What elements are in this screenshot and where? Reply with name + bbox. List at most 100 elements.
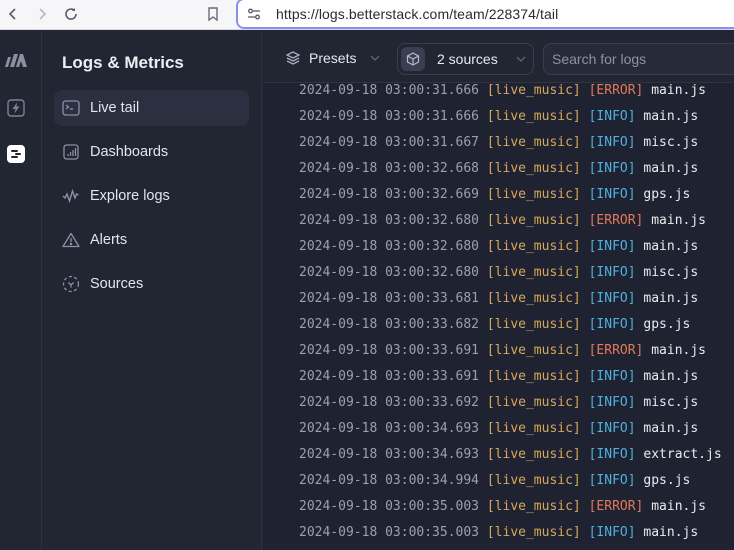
log-source: [live_music] <box>486 265 581 280</box>
log-timestamp: 2024-09-18 03:00:31.666 <box>299 84 480 98</box>
log-source: [live_music] <box>486 395 581 410</box>
log-row[interactable]: 2024-09-18 03:00:32.669 [live_music] [IN… <box>299 182 690 208</box>
log-row[interactable]: 2024-09-18 03:00:32.680 [live_music] [IN… <box>299 260 698 286</box>
log-level: [INFO] <box>588 369 636 384</box>
log-row[interactable]: 2024-09-18 03:00:35.003 [live_music] [ER… <box>299 494 706 520</box>
log-file: misc.js <box>643 395 699 410</box>
sidebar-item-live-tail[interactable]: Live tail <box>54 90 249 126</box>
warning-triangle-icon <box>62 231 80 249</box>
uptime-bolt-icon[interactable] <box>5 97 27 119</box>
log-source: [live_music] <box>486 213 581 228</box>
log-row[interactable]: 2024-09-18 03:00:33.691 [live_music] [ER… <box>299 338 706 364</box>
log-level: [INFO] <box>588 265 636 280</box>
sidebar-item-dashboards[interactable]: Dashboards <box>54 134 249 170</box>
log-file: gps.js <box>643 473 691 488</box>
log-source: [live_music] <box>486 187 581 202</box>
sidebar-item-sources[interactable]: Sources <box>54 266 249 302</box>
log-row[interactable]: 2024-09-18 03:00:32.680 [live_music] [ER… <box>299 208 706 234</box>
terminal-icon <box>62 99 80 117</box>
log-row[interactable]: 2024-09-18 03:00:32.668 [live_music] [IN… <box>299 156 698 182</box>
pulse-icon <box>62 187 80 205</box>
betterstack-logo-icon[interactable] <box>4 49 28 71</box>
log-timestamp: 2024-09-18 03:00:32.680 <box>299 213 480 228</box>
logs-app-icon[interactable] <box>5 143 27 165</box>
browser-toolbar: https://logs.betterstack.com/team/228374… <box>0 0 734 30</box>
presets-dropdown[interactable]: Presets <box>285 43 380 73</box>
log-file: main.js <box>651 343 707 358</box>
log-row[interactable]: 2024-09-18 03:00:32.680 [live_music] [IN… <box>299 234 698 260</box>
log-source: [live_music] <box>486 135 581 150</box>
log-timestamp: 2024-09-18 03:00:33.691 <box>299 369 480 384</box>
log-file: misc.js <box>643 265 699 280</box>
sidebar-item-explore-logs[interactable]: Explore logs <box>54 178 249 214</box>
address-bar[interactable]: https://logs.betterstack.com/team/228374… <box>236 0 734 29</box>
log-file: misc.js <box>643 135 699 150</box>
log-level: [INFO] <box>588 135 636 150</box>
log-level: [INFO] <box>588 161 636 176</box>
log-timestamp: 2024-09-18 03:00:31.666 <box>299 109 480 124</box>
presets-label: Presets <box>309 50 357 66</box>
sources-icon <box>62 275 80 293</box>
reload-icon <box>65 8 77 20</box>
sidebar-title: Logs & Metrics <box>62 53 184 72</box>
back-button[interactable] <box>3 4 23 24</box>
back-arrow-icon <box>8 8 16 20</box>
log-level: [INFO] <box>588 187 636 202</box>
log-row[interactable]: 2024-09-18 03:00:33.681 [live_music] [IN… <box>299 286 698 312</box>
log-timestamp: 2024-09-18 03:00:35.003 <box>299 525 480 540</box>
url-text[interactable]: https://logs.betterstack.com/team/228374… <box>276 6 558 22</box>
search-input[interactable] <box>543 43 734 75</box>
log-file: main.js <box>643 369 699 384</box>
log-source: [live_music] <box>486 239 581 254</box>
log-row[interactable]: 2024-09-18 03:00:31.666 [live_music] [ER… <box>299 84 706 104</box>
sidebar-item-label: Dashboards <box>90 144 169 160</box>
log-file: main.js <box>643 239 699 254</box>
log-row[interactable]: 2024-09-18 03:00:31.666 [live_music] [IN… <box>299 104 698 130</box>
log-file: main.js <box>651 499 707 514</box>
sidebar-item-alerts[interactable]: Alerts <box>54 222 249 258</box>
log-level: [INFO] <box>588 239 636 254</box>
bookmark-icon <box>208 7 218 22</box>
reload-button[interactable] <box>61 4 81 24</box>
log-row[interactable]: 2024-09-18 03:00:33.691 [live_music] [IN… <box>299 364 698 390</box>
log-timestamp: 2024-09-18 03:00:34.693 <box>299 447 480 462</box>
forward-button[interactable] <box>32 4 52 24</box>
sources-dropdown[interactable]: 2 sources <box>397 43 534 75</box>
log-level: [ERROR] <box>588 213 644 228</box>
log-source: [live_music] <box>486 447 581 462</box>
log-level: [ERROR] <box>588 343 644 358</box>
log-source: [live_music] <box>486 525 581 540</box>
log-row[interactable]: 2024-09-18 03:00:35.003 [live_music] [IN… <box>299 520 698 546</box>
log-level: [INFO] <box>588 291 636 306</box>
cube-icon <box>401 47 425 71</box>
log-level: [ERROR] <box>588 499 644 514</box>
log-row[interactable]: 2024-09-18 03:00:34.994 [live_music] [IN… <box>299 468 690 494</box>
log-level: [INFO] <box>588 421 636 436</box>
log-source: [live_music] <box>486 369 581 384</box>
log-source: [live_music] <box>486 317 581 332</box>
log-row[interactable]: 2024-09-18 03:00:34.693 [live_music] [IN… <box>299 416 698 442</box>
log-row[interactable]: 2024-09-18 03:00:33.682 [live_music] [IN… <box>299 312 690 338</box>
log-source: [live_music] <box>486 161 581 176</box>
chevron-down-icon <box>516 56 526 62</box>
log-timestamp: 2024-09-18 03:00:33.692 <box>299 395 480 410</box>
log-stream[interactable]: 2024-09-18 03:00:31.666 [live_music] [ER… <box>263 84 734 550</box>
log-file: main.js <box>643 291 699 306</box>
log-row[interactable]: 2024-09-18 03:00:34.693 [live_music] [IN… <box>299 442 722 468</box>
log-source: [live_music] <box>486 109 581 124</box>
site-settings-icon[interactable] <box>246 6 262 22</box>
log-source: [live_music] <box>486 421 581 436</box>
log-row[interactable]: 2024-09-18 03:00:33.692 [live_music] [IN… <box>299 390 698 416</box>
bookmark-button[interactable] <box>203 4 223 24</box>
log-level: [ERROR] <box>588 84 644 98</box>
log-timestamp: 2024-09-18 03:00:33.682 <box>299 317 480 332</box>
layers-icon <box>285 50 301 66</box>
log-file: main.js <box>643 525 699 540</box>
log-timestamp: 2024-09-18 03:00:34.693 <box>299 421 480 436</box>
sidebar-item-label: Explore logs <box>90 188 170 204</box>
log-source: [live_music] <box>486 84 581 98</box>
log-row[interactable]: 2024-09-18 03:00:31.667 [live_music] [IN… <box>299 130 698 156</box>
log-timestamp: 2024-09-18 03:00:32.680 <box>299 265 480 280</box>
log-file: main.js <box>651 84 707 98</box>
log-file: extract.js <box>643 447 722 462</box>
